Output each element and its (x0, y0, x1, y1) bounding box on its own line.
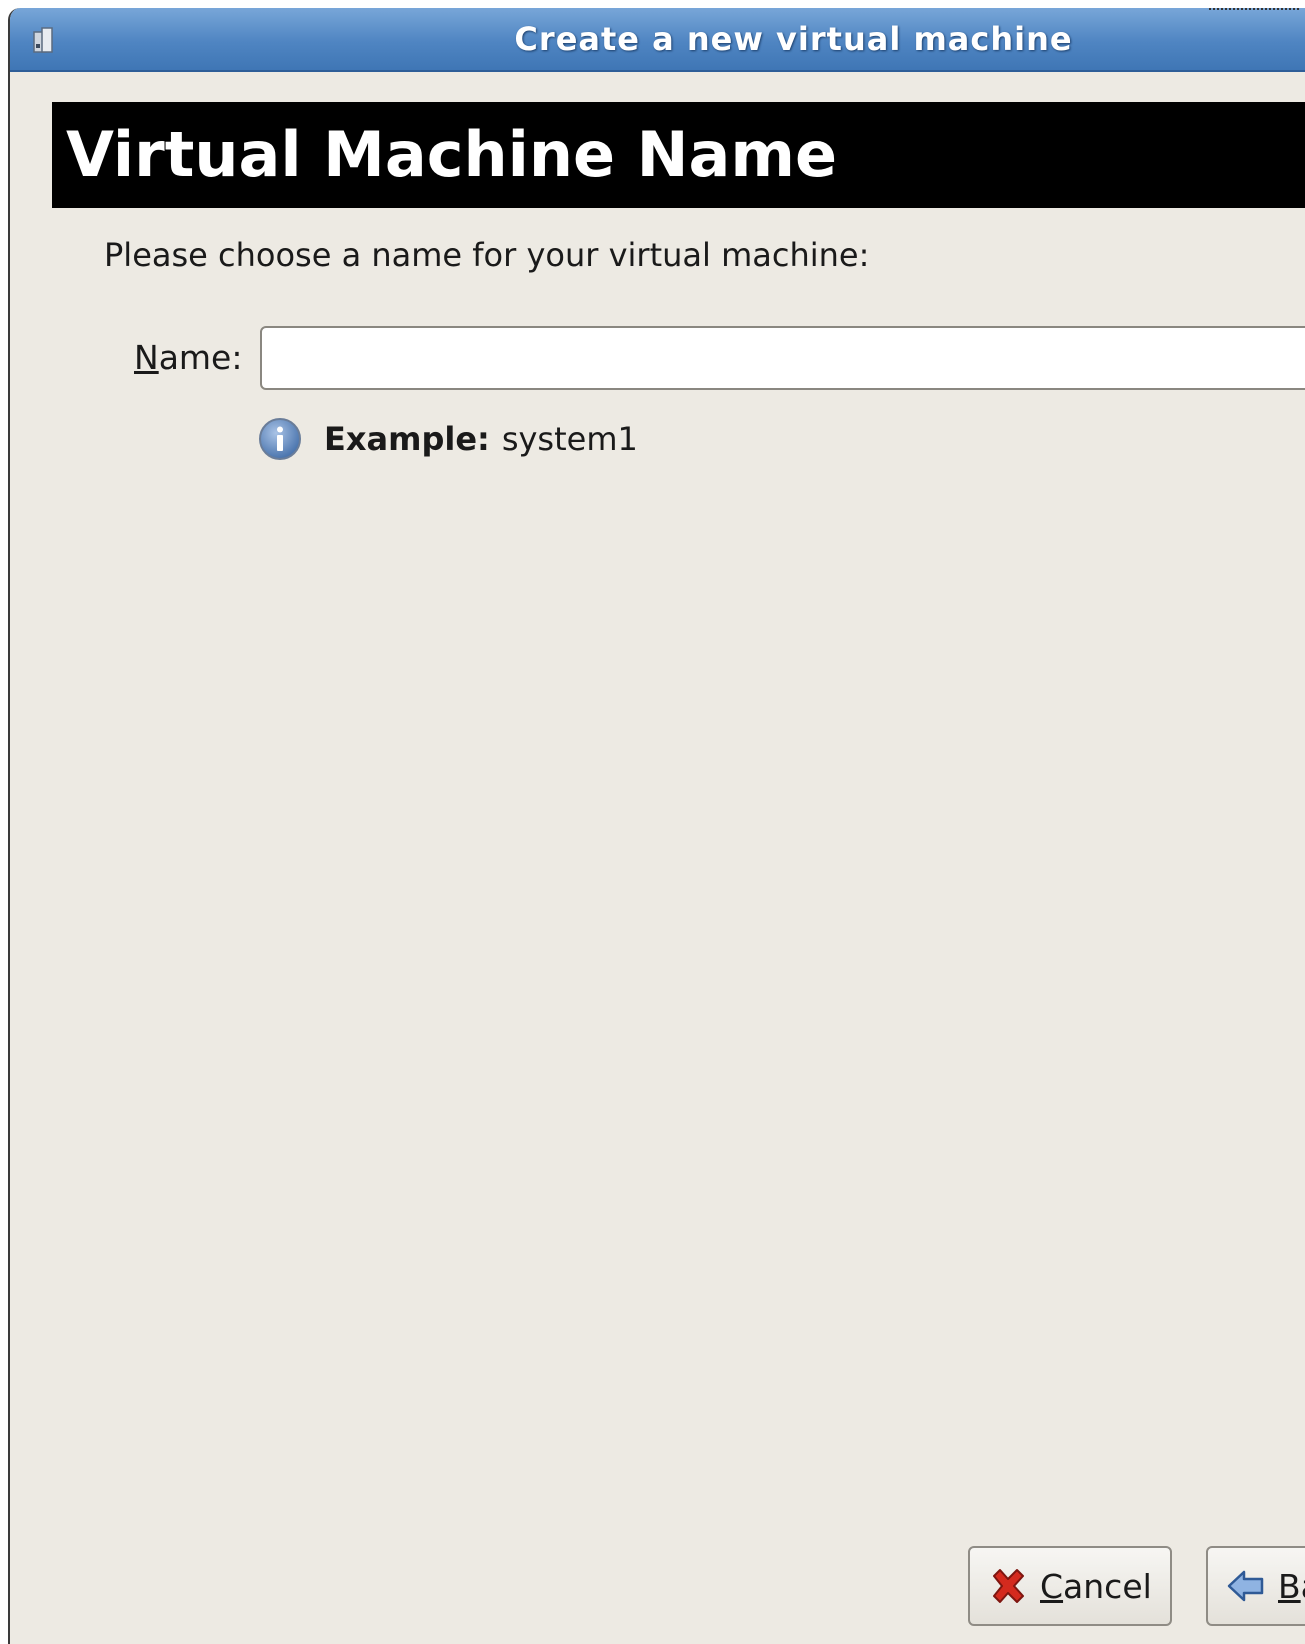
back-button[interactable]: Back (1206, 1546, 1305, 1626)
back-label: ack (1301, 1567, 1305, 1606)
cancel-icon (993, 1569, 1024, 1603)
dialog-window: Create a new virtual machine Virtual Mac… (8, 8, 1305, 1644)
example-hint: Example: system1 (258, 416, 638, 462)
name-prompt: Please choose a name for your virtual ma… (104, 236, 870, 274)
titlebar-edge-dots (1209, 8, 1299, 14)
example-value: system1 (501, 420, 638, 458)
title-bar[interactable]: Create a new virtual machine (10, 8, 1305, 72)
cancel-button[interactable]: Cancel (968, 1546, 1172, 1626)
page-title: Virtual Machine Name (66, 118, 838, 191)
window-title: Create a new virtual machine (514, 20, 1073, 58)
info-icon (259, 418, 301, 460)
cancel-label: ancel (1063, 1566, 1152, 1606)
name-label-text: ame: (158, 338, 243, 377)
page-header: Virtual Machine Name (52, 102, 1305, 208)
name-input[interactable] (260, 326, 1305, 390)
back-arrow-icon (1227, 1570, 1264, 1602)
example-label: Example: (324, 420, 490, 458)
cancel-label-mnemonic: C (1040, 1566, 1064, 1606)
back-label-mnemonic: B (1278, 1566, 1301, 1606)
name-label: Name: (134, 338, 242, 377)
name-label-mnemonic: N (134, 338, 159, 377)
